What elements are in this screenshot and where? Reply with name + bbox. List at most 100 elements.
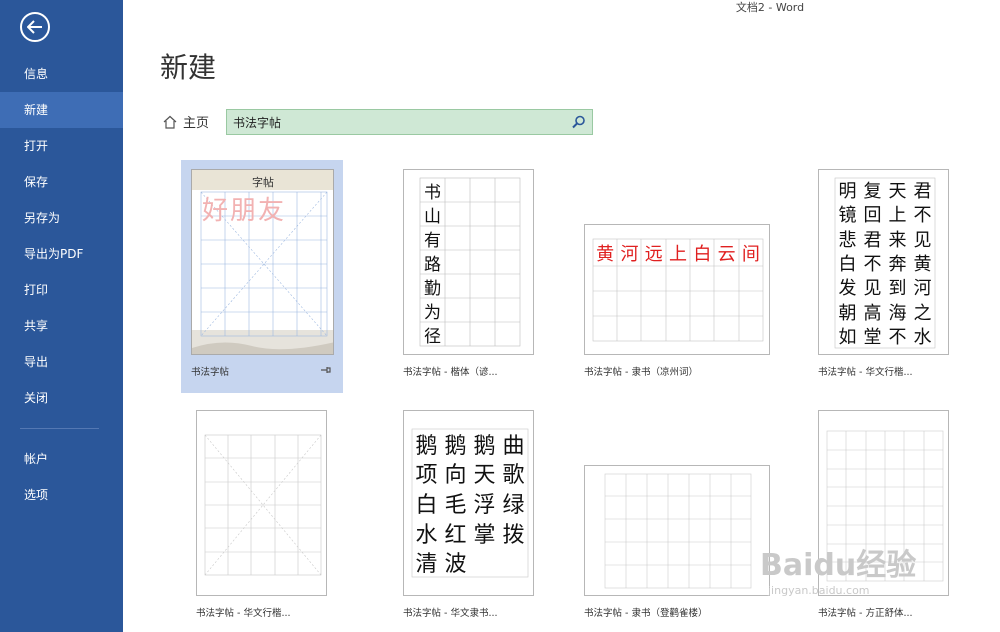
sidebar-item-share[interactable]: 共享 <box>0 308 123 344</box>
template-thumb-5[interactable] <box>196 410 327 596</box>
template-char: 堂 <box>863 326 882 348</box>
sidebar-item-account[interactable]: 帐户 <box>0 441 123 477</box>
template-char: 远 <box>644 243 663 265</box>
search-input[interactable] <box>233 113 563 131</box>
template-char: 浮 <box>473 492 496 518</box>
template-char: 清 <box>415 552 438 578</box>
template-char: 君 <box>863 229 882 251</box>
template-char: 不 <box>888 326 907 348</box>
grid-pattern <box>604 473 752 589</box>
template-char: 来 <box>888 229 907 251</box>
template-char: 朝 <box>838 302 857 324</box>
template-char: 奔 <box>888 254 907 276</box>
template-thumb-1[interactable]: 字帖 好朋友 <box>191 169 334 355</box>
sidebar-item-print[interactable]: 打印 <box>0 272 123 308</box>
template-char: 白 <box>415 492 438 518</box>
sidebar-item-options[interactable]: 选项 <box>0 477 123 513</box>
template-char: 波 <box>444 552 467 578</box>
template-header-text: 字帖 <box>252 176 274 189</box>
template-char: 红 <box>444 522 467 548</box>
template-char: 不 <box>913 205 932 227</box>
template-char: 项 <box>415 463 438 489</box>
template-char: 鹅 <box>473 433 496 459</box>
template-char: 到 <box>888 278 907 300</box>
sidebar-divider <box>20 428 99 429</box>
template-label-4: 书法字帖 - 华文行楷... <box>818 367 913 378</box>
template-search <box>226 109 593 135</box>
template-thumb-6[interactable]: 鹅 鹅 鹅 曲 项 向 天 歌 白 毛 浮 绿 水 红 掌 拨 清 波 <box>403 410 534 596</box>
template-char: 掌 <box>473 522 496 548</box>
breadcrumb[interactable]: 主页 <box>163 112 209 131</box>
sidebar-item-export[interactable]: 导出 <box>0 344 123 380</box>
back-button[interactable] <box>20 12 50 42</box>
template-char: 不 <box>863 254 882 276</box>
sidebar-item-save[interactable]: 保存 <box>0 164 123 200</box>
template-char: 见 <box>863 278 882 300</box>
template-char: 如 <box>838 326 857 348</box>
template-char: 鹅 <box>415 433 438 459</box>
template-char: 绿 <box>502 492 525 518</box>
template-char: 水 <box>415 522 438 548</box>
template-label-6: 书法字帖 - 华文隶书... <box>403 608 498 619</box>
template-char: 白 <box>838 254 857 276</box>
template-label-3: 书法字帖 - 隶书（凉州词） <box>584 367 698 378</box>
template-char: 上 <box>669 243 688 265</box>
template-thumb-7[interactable] <box>584 465 770 596</box>
grid-pattern <box>204 434 322 576</box>
watermark: Baidu经验 jingyan.baidu.com <box>760 540 916 597</box>
template-char: 路 <box>424 254 441 275</box>
template-thumb-3[interactable]: 黄 河 远 上 白 云 间 <box>584 224 770 355</box>
template-char: 天 <box>888 181 907 203</box>
template-characters: 书 山 有 路 勤 为 径 <box>420 178 445 347</box>
window-title: 文档2 - Word <box>735 1 805 14</box>
template-char: 回 <box>863 205 882 227</box>
template-char: 书 <box>424 182 441 203</box>
template-char: 毛 <box>444 492 467 518</box>
search-icon[interactable] <box>572 115 586 129</box>
template-thumb-2[interactable]: 书 山 有 路 勤 为 径 <box>403 169 534 355</box>
template-char: 河 <box>620 243 639 265</box>
template-char: 天 <box>473 463 496 489</box>
template-char: 镜 <box>838 205 857 227</box>
watermark-sub-text: jingyan.baidu.com <box>768 584 870 597</box>
template-char: 之 <box>913 302 932 324</box>
template-char: 径 <box>424 326 441 347</box>
sidebar-item-close[interactable]: 关闭 <box>0 380 123 416</box>
page-title: 新建 <box>160 51 217 84</box>
template-label-7: 书法字帖 - 隶书（登鹳雀楼） <box>584 608 708 619</box>
template-characters: 鹅 鹅 鹅 曲 项 向 天 歌 白 毛 浮 绿 水 红 掌 拨 清 波 <box>412 429 528 577</box>
template-char: 黄 <box>913 254 932 276</box>
pin-icon[interactable] <box>320 365 332 375</box>
sidebar-item-open[interactable]: 打开 <box>0 128 123 164</box>
template-char: 水 <box>913 326 932 348</box>
sidebar-item-info[interactable]: 信息 <box>0 56 123 92</box>
template-char: 鹅 <box>444 433 467 459</box>
template-label-5: 书法字帖 - 华文行楷... <box>196 608 291 619</box>
template-label-2: 书法字帖 - 楷体（谚... <box>403 367 498 378</box>
sidebar-item-new[interactable]: 新建 <box>0 92 123 128</box>
template-char: 君 <box>913 181 932 203</box>
template-char: 黄 <box>596 243 615 265</box>
template-char: 为 <box>424 302 441 323</box>
template-char: 悲 <box>838 229 857 251</box>
template-char: 向 <box>444 463 467 489</box>
template-char: 海 <box>888 302 907 324</box>
sidebar-item-save-as[interactable]: 另存为 <box>0 200 123 236</box>
sidebar-item-export-pdf[interactable]: 导出为PDF <box>0 236 123 272</box>
template-char: 河 <box>913 278 932 300</box>
template-char: 山 <box>424 206 441 227</box>
template-char: 复 <box>863 181 882 203</box>
watermark-logo-text: Baidu经验 <box>760 548 917 583</box>
template-char: 云 <box>717 243 736 265</box>
backstage-sidebar: 信息 新建 打开 保存 另存为 导出为PDF 打印 共享 导出 关闭 帐户 选项 <box>0 0 123 632</box>
template-char: 上 <box>888 205 907 227</box>
template-label-1: 书法字帖 <box>191 367 230 378</box>
template-thumb-4[interactable]: 明 复 天 君 镜 回 上 不 悲 君 来 见 白 不 奔 黄 发 见 到 河 … <box>818 169 949 355</box>
breadcrumb-home[interactable]: 主页 <box>183 112 209 131</box>
template-char: 高 <box>863 302 882 324</box>
home-icon <box>163 115 177 129</box>
template-characters: 明 复 天 君 镜 回 上 不 悲 君 来 见 白 不 奔 黄 发 见 到 河 … <box>835 178 935 348</box>
template-char: 明 <box>838 181 857 203</box>
template-characters: 黄 河 远 上 白 云 间 <box>593 239 763 266</box>
arrow-left-icon <box>27 20 42 34</box>
